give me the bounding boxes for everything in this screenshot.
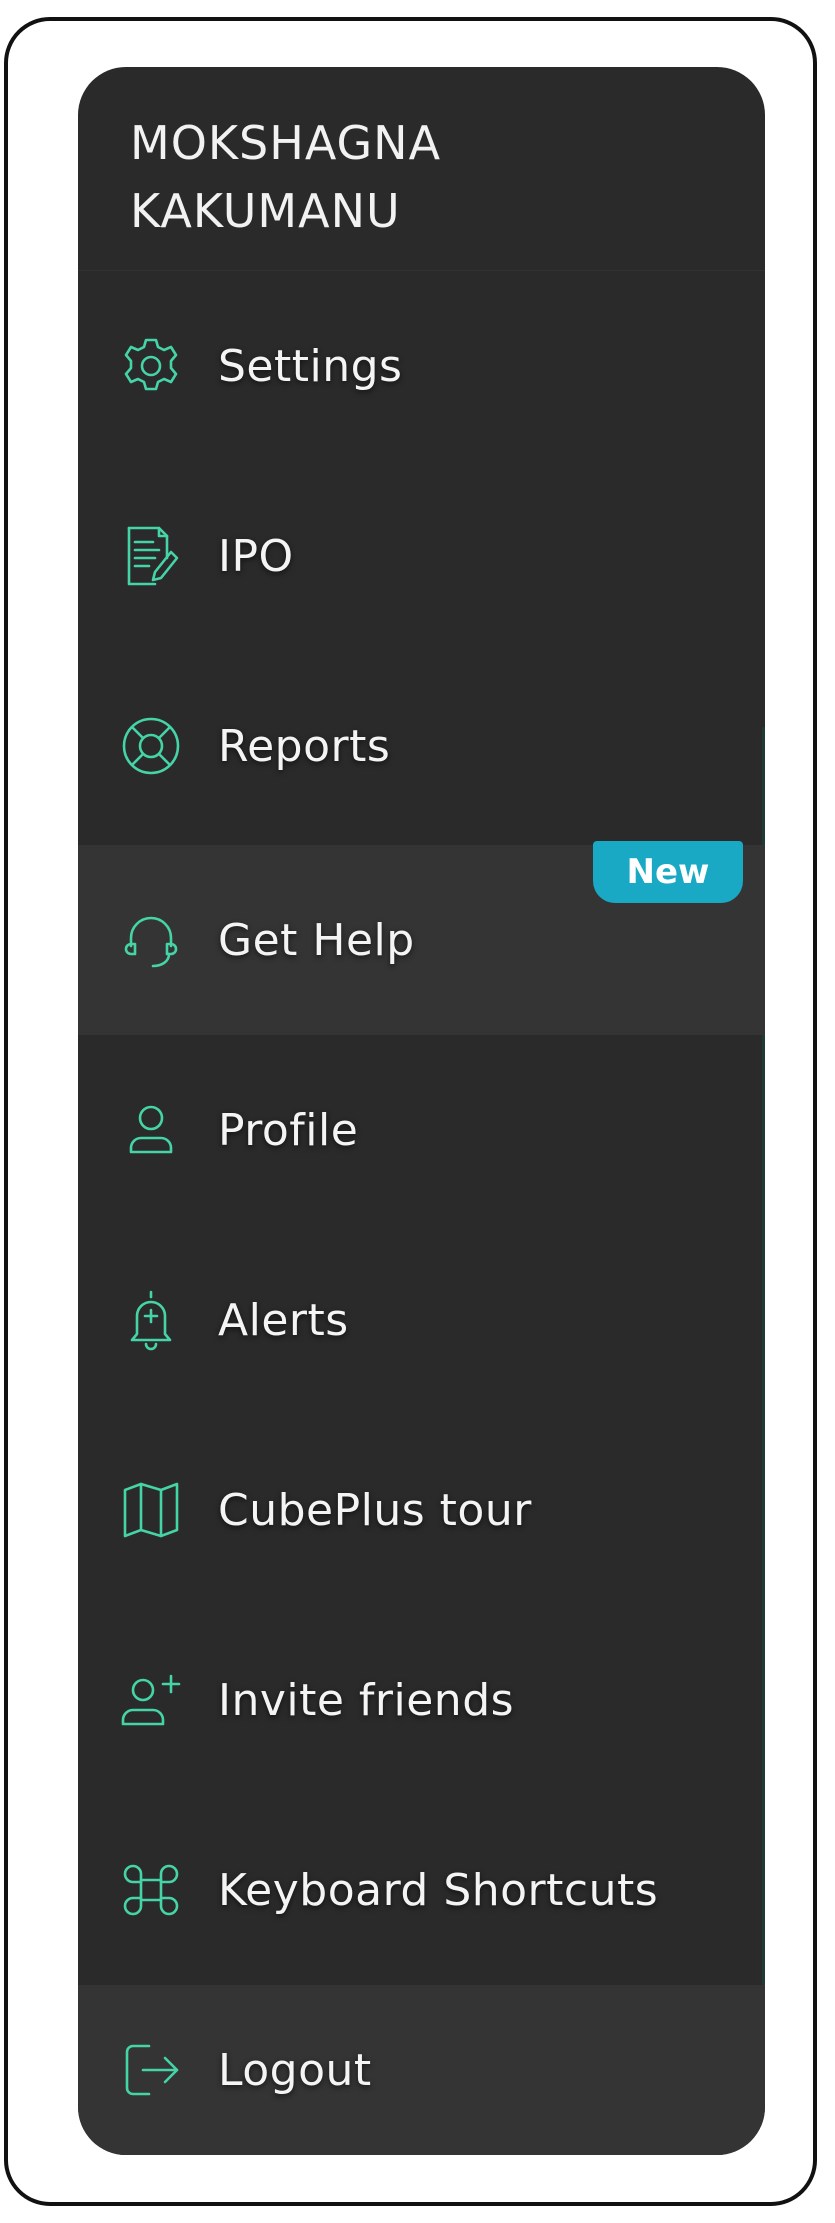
menu-item-ipo[interactable]: IPO — [78, 461, 765, 651]
menu-item-label: Profile — [218, 1104, 359, 1156]
menu-item-label: Logout — [218, 2044, 372, 2096]
menu-item-invite-friends[interactable]: Invite friends — [78, 1605, 765, 1795]
command-key-icon — [116, 1855, 186, 1925]
document-pen-icon — [116, 521, 186, 591]
menu-item-reports[interactable]: Reports — [78, 651, 765, 841]
menu-item-keyboard-shortcuts[interactable]: Keyboard Shortcuts — [78, 1795, 765, 1985]
user-header: MOKSHAGNA KAKUMANU — [78, 67, 765, 271]
map-icon — [116, 1475, 186, 1545]
menu-item-label: Alerts — [218, 1294, 349, 1346]
menu-item-profile[interactable]: Profile — [78, 1035, 765, 1225]
menu-item-label: Settings — [218, 340, 403, 392]
menu-item-label: Invite friends — [218, 1674, 515, 1726]
user-last-name: KAKUMANU — [130, 184, 401, 238]
user-first-name: MOKSHAGNA — [130, 116, 442, 170]
logout-icon — [116, 2035, 186, 2105]
user-plus-icon — [116, 1665, 186, 1735]
menu-item-get-help[interactable]: Get Help New — [78, 841, 765, 1035]
new-badge: New — [593, 841, 743, 903]
headset-icon — [116, 905, 186, 975]
menu-item-label: CubePlus tour — [218, 1484, 532, 1536]
menu-item-label: IPO — [218, 530, 294, 582]
side-menu-panel: MOKSHAGNA KAKUMANU Settings IPO Reports … — [78, 67, 765, 2155]
lifebuoy-icon — [116, 711, 186, 781]
logout-button[interactable]: Logout — [78, 1985, 765, 2155]
menu-item-settings[interactable]: Settings — [78, 271, 765, 461]
gear-icon — [116, 331, 186, 401]
menu-item-label: Reports — [218, 720, 391, 772]
menu-item-label: Keyboard Shortcuts — [218, 1864, 659, 1916]
menu-item-cubeplus-tour[interactable]: CubePlus tour — [78, 1415, 765, 1605]
user-icon — [116, 1095, 186, 1165]
menu-item-alerts[interactable]: Alerts — [78, 1225, 765, 1415]
bell-icon — [116, 1285, 186, 1355]
menu-item-label: Get Help — [218, 914, 415, 966]
